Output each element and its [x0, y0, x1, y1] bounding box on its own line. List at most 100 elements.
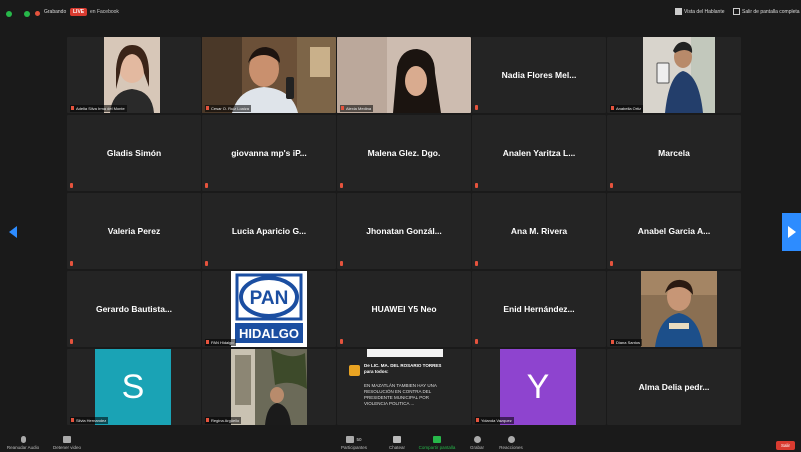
- participant-tile[interactable]: Ana M. Rivera: [472, 193, 606, 269]
- participants-count: 50: [356, 437, 362, 442]
- speaker-view-label: Vista del Hablante: [684, 8, 725, 15]
- chat-icon: [393, 436, 401, 443]
- previous-page-icon[interactable]: [9, 226, 18, 238]
- participant-video: [643, 37, 715, 113]
- info-icon[interactable]: [24, 11, 30, 17]
- leave-meeting-button[interactable]: Salir: [776, 441, 795, 450]
- exit-fullscreen-button[interactable]: Salir de pantalla completa: [733, 8, 800, 15]
- stop-video-label: Detener video: [52, 445, 82, 450]
- muted-mic-icon: [475, 105, 478, 110]
- muted-mic-icon: [610, 183, 613, 188]
- participant-name: Marcela: [658, 148, 690, 158]
- participant-name-label: PAN Hidalgo: [205, 339, 236, 346]
- participant-tile[interactable]: Gladis Simón: [67, 115, 201, 191]
- muted-mic-icon: [610, 261, 613, 266]
- participant-avatar: Y: [500, 349, 576, 425]
- participant-name: Lucia Aparicio G...: [231, 226, 307, 236]
- participant-name: Analen Yaritza L...: [502, 148, 576, 158]
- participant-name: Valeria Perez: [107, 226, 161, 236]
- muted-mic-icon: [70, 183, 73, 188]
- muted-mic-icon: [70, 339, 73, 344]
- muted-mic-icon: [475, 261, 478, 266]
- participant-tile[interactable]: Analen Yaritza L...: [472, 115, 606, 191]
- muted-mic-icon: [340, 339, 343, 344]
- muted-mic-icon: [475, 339, 478, 344]
- participant-tile[interactable]: giovanna mp's iP...: [202, 115, 336, 191]
- participants-icon: [346, 436, 355, 443]
- participant-tile[interactable]: Gerardo Bautista...: [67, 271, 201, 347]
- participant-name: Alma Delia pedr...: [638, 382, 710, 392]
- meeting-controls-bar: Reanudar Audio Detener video 50 Particip…: [0, 430, 801, 452]
- participant-name: giovanna mp's iP...: [231, 148, 307, 158]
- recording-label: Grabando: [44, 9, 67, 15]
- participant-gallery: Adelia Silva Irma del Monte Cesar O. Rui…: [67, 37, 748, 427]
- share-screen-icon: [433, 436, 441, 443]
- participant-name-label: Regina Argüello: [205, 417, 242, 424]
- security-shield-icon[interactable]: [6, 11, 12, 17]
- participant-name: Gladis Simón: [106, 148, 162, 158]
- share-screen-button[interactable]: Compartir pantalla: [416, 436, 458, 450]
- chat-label: Chatear: [388, 445, 405, 450]
- resume-audio-label: Reanudar Audio: [6, 445, 40, 450]
- participant-tile[interactable]: HUAWEI Y5 Neo: [337, 271, 471, 347]
- speaker-view-button[interactable]: Vista del Hablante: [675, 8, 725, 15]
- chat-author: De LIC. MA. DEL ROSARIO TORRES para todo…: [364, 363, 442, 374]
- participant-tile[interactable]: Anabel Garcia A...: [607, 193, 741, 269]
- participant-name: Malena Glez. Dgo.: [367, 148, 441, 158]
- muted-mic-icon: [205, 183, 208, 188]
- video-camera-icon: [63, 436, 71, 443]
- participant-tile[interactable]: Alexia Medina: [337, 37, 471, 113]
- record-icon: [473, 436, 481, 443]
- participant-tile[interactable]: Enid Hernández...: [472, 271, 606, 347]
- muted-mic-icon: [475, 183, 478, 188]
- chat-button[interactable]: Chatear: [383, 436, 411, 450]
- participant-tile[interactable]: Anabella Ortiz: [607, 37, 741, 113]
- next-page-icon: [788, 226, 796, 238]
- participant-tile[interactable]: Jhonatan Gonzál...: [337, 193, 471, 269]
- participant-tile[interactable]: Nadia Flores Mel...: [472, 37, 606, 113]
- participant-video: [104, 37, 160, 113]
- pan-logo-image: PAN HIDALGO: [231, 271, 307, 347]
- participant-name: Nadia Flores Mel...: [501, 70, 577, 80]
- participant-tile[interactable]: Malena Glez. Dgo.: [337, 115, 471, 191]
- participant-tile[interactable]: Cesar O. Ruiz Loaiza: [202, 37, 336, 113]
- participant-tile[interactable]: Marcela: [607, 115, 741, 191]
- top-bar: Grabando LIVE en Facebook Vista del Habl…: [0, 0, 801, 26]
- live-badge[interactable]: LIVE: [70, 8, 88, 16]
- participant-name: Gerardo Bautista...: [95, 304, 173, 314]
- participant-tile[interactable]: Diana Santos: [607, 271, 741, 347]
- participant-video: [337, 37, 471, 113]
- participant-tile[interactable]: De LIC. MA. DEL ROSARIO TORRES para todo…: [337, 349, 471, 425]
- participant-name-label: Adelia Silva Irma del Monte: [70, 105, 127, 112]
- exit-fullscreen-label: Salir de pantalla completa: [742, 8, 800, 15]
- next-page-button[interactable]: [782, 213, 801, 251]
- live-platform-label: en Facebook: [90, 9, 119, 15]
- participant-tile[interactable]: Lucia Aparicio G...: [202, 193, 336, 269]
- participants-button[interactable]: 50 Participantes: [334, 436, 374, 450]
- participant-tile[interactable]: PAN HIDALGO PAN Hidalgo: [202, 271, 336, 347]
- chat-avatar-icon: [349, 365, 360, 376]
- participant-name-label: Diana Santos: [610, 339, 643, 346]
- participant-tile[interactable]: Regina Argüello: [202, 349, 336, 425]
- record-label: Grabar: [469, 445, 484, 450]
- resume-audio-button[interactable]: Reanudar Audio: [6, 436, 40, 450]
- participant-tile[interactable]: Adelia Silva Irma del Monte: [67, 37, 201, 113]
- participant-name-label: Yolanda Vazquez: [475, 417, 514, 424]
- participant-tile[interactable]: S Silvia Hernandez: [67, 349, 201, 425]
- participant-tile[interactable]: Valeria Perez: [67, 193, 201, 269]
- microphone-icon: [20, 436, 26, 443]
- stop-video-button[interactable]: Detener video: [50, 436, 84, 450]
- chat-preview-header: [367, 349, 443, 357]
- participant-name: Anabel Garcia A...: [637, 226, 711, 236]
- participant-name: Enid Hernández...: [503, 304, 575, 314]
- participant-video: [231, 349, 307, 425]
- muted-mic-icon: [340, 183, 343, 188]
- record-button[interactable]: Grabar: [464, 436, 490, 450]
- participant-name-label: Anabella Ortiz: [610, 105, 644, 112]
- reactions-button[interactable]: Reacciones: [496, 436, 526, 450]
- chat-message: EN MAZATLÁN TAMBIEN HAY UNA RESOLUCIÓN E…: [364, 383, 437, 406]
- pan-logo-text: PAN: [250, 288, 289, 309]
- participant-tile[interactable]: Y Yolanda Vazquez: [472, 349, 606, 425]
- participant-name: HUAWEI Y5 Neo: [371, 304, 437, 314]
- participant-tile[interactable]: Alma Delia pedr...: [607, 349, 741, 425]
